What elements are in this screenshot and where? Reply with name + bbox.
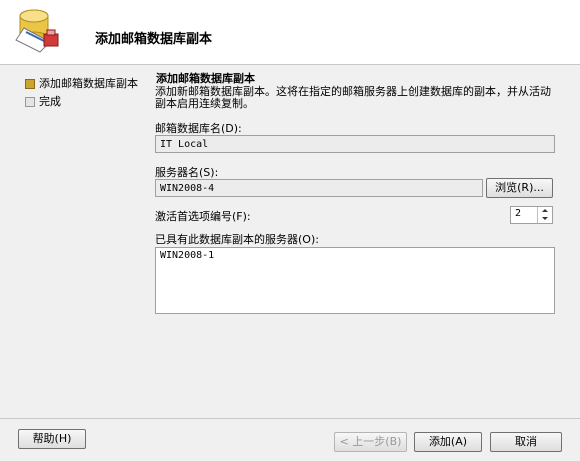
server-label: 服务器名(S):	[155, 166, 219, 179]
wizard-content: 添加邮箱数据库副本 添加新邮箱数据库副本。这将在指定的邮箱服务器上创建数据库的副…	[152, 72, 557, 390]
activation-label: 激活首选项编号(F):	[155, 210, 251, 223]
nav-item-add-copy[interactable]: 添加邮箱数据库副本	[25, 76, 150, 92]
back-button[interactable]: < 上一步(B)	[334, 432, 407, 452]
activation-value: 2	[515, 208, 522, 219]
nav-item-label: 添加邮箱数据库副本	[39, 77, 138, 90]
db-name-field[interactable]: IT Local	[155, 135, 555, 153]
chevron-down-icon[interactable]	[538, 215, 552, 223]
help-button[interactable]: 帮助(H)	[18, 429, 86, 449]
server-field[interactable]: WIN2008-4	[155, 179, 483, 197]
section-description: 添加新邮箱数据库副本。这将在指定的邮箱服务器上创建数据库的副本，并从活动副本启用…	[155, 85, 551, 110]
database-icon	[10, 6, 66, 58]
browse-button[interactable]: 浏览(R)...	[486, 178, 553, 198]
existing-servers-list[interactable]: WIN2008-1	[155, 247, 555, 314]
db-name-label: 邮箱数据库名(D):	[155, 122, 242, 135]
list-item[interactable]: WIN2008-1	[160, 250, 550, 261]
chevron-up-icon[interactable]	[538, 207, 552, 215]
nav-item-label: 完成	[39, 95, 61, 108]
wizard-header: 添加邮箱数据库副本	[0, 0, 580, 65]
stepper-buttons	[537, 207, 552, 223]
existing-servers-label: 已具有此数据库副本的服务器(O):	[155, 233, 319, 246]
activation-stepper[interactable]: 2	[510, 206, 553, 224]
pending-step-icon	[25, 97, 35, 107]
wizard-nav: 添加邮箱数据库副本 完成	[25, 76, 150, 112]
nav-item-complete[interactable]: 完成	[25, 94, 150, 110]
page-title: 添加邮箱数据库副本	[95, 32, 213, 47]
cancel-button[interactable]: 取消	[490, 432, 562, 452]
active-step-icon	[25, 79, 35, 89]
section-title: 添加邮箱数据库副本	[156, 72, 255, 85]
add-button[interactable]: 添加(A)	[414, 432, 482, 452]
